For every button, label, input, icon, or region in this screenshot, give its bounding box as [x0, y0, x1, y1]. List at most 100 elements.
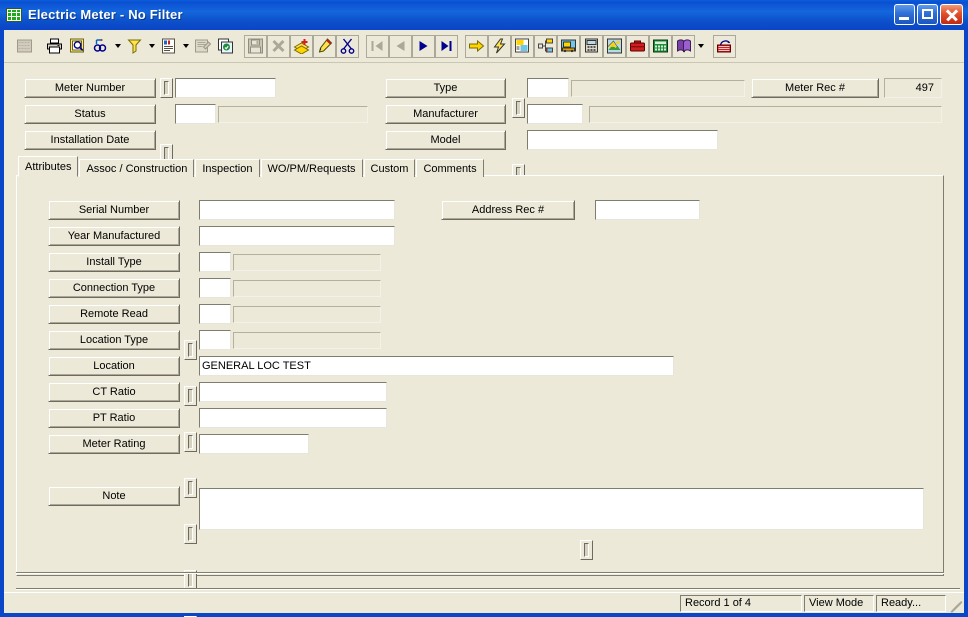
address-rec-label-button[interactable]: Address Rec # [441, 200, 575, 220]
model-label-button[interactable]: Model [385, 130, 506, 150]
cut-icon[interactable] [336, 34, 359, 58]
minimize-button[interactable] [894, 4, 915, 25]
tab-custom[interactable]: Custom [363, 159, 416, 177]
serial-number-lov-button[interactable] [184, 340, 197, 360]
meter-rec-value: 497 [884, 78, 942, 98]
connection-type-lov-button[interactable] [184, 478, 197, 498]
panel-divider [16, 572, 944, 574]
install-type-label-button[interactable]: Install Type [48, 252, 180, 272]
location-type-description-field [233, 332, 381, 349]
new-record-icon[interactable] [290, 34, 313, 58]
serial-number-input[interactable] [199, 200, 395, 220]
print-icon[interactable] [43, 35, 66, 58]
meter-number-label-button[interactable]: Meter Number [24, 78, 156, 98]
catalog-dropdown-arrow[interactable] [695, 35, 706, 58]
tab-label: Custom [370, 162, 409, 175]
remote-read-code-input[interactable] [199, 304, 231, 324]
pt-ratio-label-button[interactable]: PT Ratio [48, 408, 180, 428]
serial-number-label-button[interactable]: Serial Number [48, 200, 180, 220]
close-button[interactable] [940, 4, 963, 25]
note-textarea[interactable] [199, 488, 924, 530]
filter-icon[interactable] [123, 35, 146, 58]
copy-record-icon[interactable] [214, 35, 237, 58]
install-type-code-input[interactable] [199, 252, 231, 272]
maximize-button[interactable] [917, 4, 938, 25]
status-state-cell: Ready... [876, 594, 946, 612]
next-record-icon[interactable] [412, 34, 435, 58]
find-dropdown-arrow[interactable] [112, 35, 123, 58]
first-record-icon [366, 34, 389, 58]
report-icon[interactable] [157, 35, 180, 58]
exit-icon[interactable] [713, 34, 736, 58]
tab-label: Inspection [202, 162, 253, 175]
location-label-button[interactable]: Location [48, 356, 180, 376]
tab-inspection[interactable]: Inspection [195, 159, 260, 177]
resize-grip[interactable] [948, 596, 963, 614]
type-description-field [571, 80, 745, 97]
tab-label: Attributes [25, 160, 72, 173]
type-code-input[interactable] [527, 78, 569, 98]
meter-rating-label-button[interactable]: Meter Rating [48, 434, 180, 454]
quick-action-icon[interactable] [488, 34, 511, 58]
fax-icon[interactable] [580, 34, 603, 58]
pt-ratio-input[interactable] [199, 408, 387, 428]
manufacturer-label-button[interactable]: Manufacturer [385, 104, 506, 124]
catalog-icon[interactable] [672, 34, 695, 58]
tab-label: Comments [423, 162, 477, 175]
last-record-icon[interactable] [435, 34, 458, 58]
title-bar: Electric Meter - No Filter [0, 0, 968, 30]
address-rec-input[interactable] [595, 200, 700, 220]
find-icon[interactable] [89, 35, 112, 58]
print-preview-icon[interactable] [66, 35, 89, 58]
meter-rec-label-button[interactable]: Meter Rec # [751, 78, 879, 98]
location-type-code-input[interactable] [199, 330, 231, 350]
ct-ratio-label-button[interactable]: CT Ratio [48, 382, 180, 402]
status-bar: Record 1 of 4 View Mode Ready... [4, 592, 964, 614]
meter-number-input[interactable] [175, 78, 276, 98]
meter-number-lov-button[interactable] [160, 78, 173, 98]
year-manufactured-label-button[interactable]: Year Manufactured [48, 226, 180, 246]
model-input[interactable] [527, 130, 718, 150]
report-dropdown-arrow[interactable] [180, 35, 191, 58]
image-icon[interactable] [603, 34, 626, 58]
note-label-button[interactable]: Note [48, 486, 180, 506]
status-code-input[interactable] [175, 104, 216, 124]
year-manufactured-input[interactable] [199, 226, 395, 246]
tab-attributes[interactable]: Attributes [18, 156, 79, 177]
address-rec-lov-button[interactable] [580, 540, 593, 560]
work-order-icon[interactable] [511, 34, 534, 58]
connection-type-code-input[interactable] [199, 278, 231, 298]
remote-read-description-field [233, 306, 381, 323]
year-manufactured-lov-button[interactable] [184, 386, 197, 406]
remote-read-label-button[interactable]: Remote Read [48, 304, 180, 324]
type-lov-button[interactable] [512, 98, 525, 118]
status-divider [16, 588, 960, 590]
delete-icon [267, 34, 290, 58]
toolbar-separator [237, 35, 244, 58]
filter-dropdown-arrow[interactable] [146, 35, 157, 58]
type-label-button[interactable]: Type [385, 78, 506, 98]
tab-wo-pm-requests[interactable]: WO/PM/Requests [260, 159, 363, 177]
status-label-button[interactable]: Status [24, 104, 156, 124]
goto-icon[interactable] [465, 34, 488, 58]
tab-assoc-construction[interactable]: Assoc / Construction [79, 159, 195, 177]
manufacturer-code-input[interactable] [527, 104, 583, 124]
tab-label: WO/PM/Requests [267, 162, 356, 175]
remote-read-lov-button[interactable] [184, 524, 197, 544]
ct-ratio-input[interactable] [199, 382, 387, 402]
grid-view-icon [13, 35, 36, 58]
installation-date-label-button[interactable]: Installation Date [24, 130, 156, 150]
manufacturer-description-field [589, 106, 942, 123]
location-type-label-button[interactable]: Location Type [48, 330, 180, 350]
equipment-icon[interactable] [557, 34, 580, 58]
edit-icon[interactable] [313, 34, 336, 58]
calculator-icon[interactable] [649, 34, 672, 58]
location-input[interactable]: GENERAL LOC TEST [199, 356, 674, 376]
connection-type-label-button[interactable]: Connection Type [48, 278, 180, 298]
toolbox-icon[interactable] [626, 34, 649, 58]
meter-rating-input[interactable] [199, 434, 309, 454]
tab-comments[interactable]: Comments [416, 159, 484, 177]
hierarchy-icon[interactable] [534, 34, 557, 58]
save-icon [244, 34, 267, 58]
install-type-lov-button[interactable] [184, 432, 197, 452]
